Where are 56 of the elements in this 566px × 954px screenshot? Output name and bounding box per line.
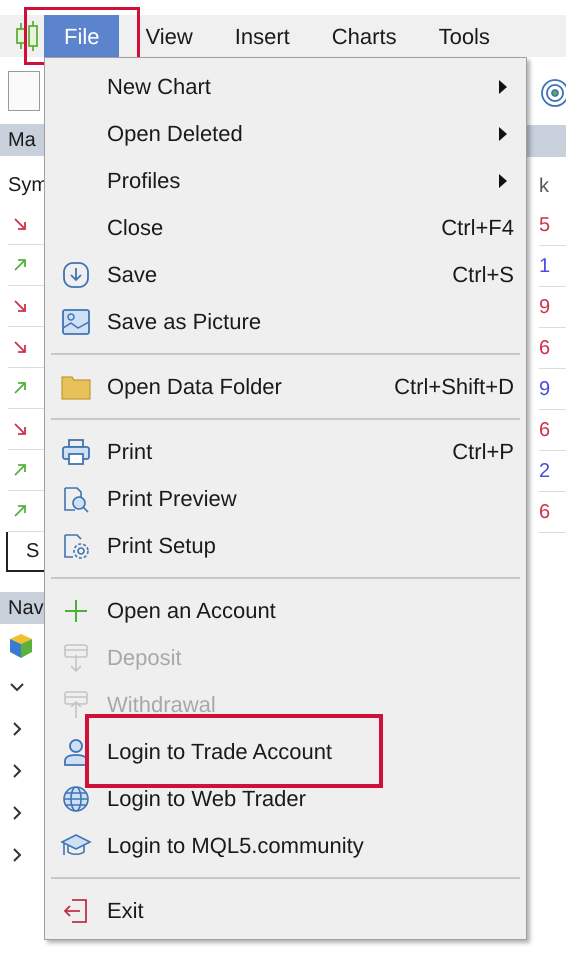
menu-bar-item[interactable]: View [129, 15, 209, 57]
cube-icon [8, 632, 34, 660]
toolbar-button[interactable] [8, 71, 40, 111]
menu-item[interactable]: Print Preview [45, 475, 526, 522]
price-cell-text: 6 [539, 500, 550, 525]
menu-item[interactable]: Profiles [45, 157, 526, 204]
menu-item[interactable]: Close Ctrl+F4 [45, 204, 526, 251]
down-arrow-icon [12, 298, 28, 314]
globe-icon [62, 784, 90, 812]
menu-bar-item[interactable]: Charts [316, 15, 413, 57]
menu-bar-item[interactable]: Tools [422, 15, 506, 57]
panel-title: Ma [8, 128, 36, 153]
image-icon [61, 308, 91, 336]
candlestick-icon [14, 21, 40, 51]
price-cell-text: 1 [539, 254, 550, 279]
menu-item[interactable]: Login to MQL5.community [45, 822, 526, 869]
menu-item[interactable]: Login to Web Trader [45, 775, 526, 822]
menu-item[interactable]: Print Ctrl+P [45, 428, 526, 475]
menu-item[interactable]: Exit [45, 887, 526, 934]
price-cell-text: 6 [539, 418, 550, 443]
menu-item[interactable]: Login to Trade Account [45, 728, 526, 775]
menu-item[interactable]: Open Data Folder Ctrl+Shift+D [45, 363, 526, 410]
menu-item[interactable]: Open an Account [45, 587, 526, 634]
column-header: k [539, 174, 550, 199]
down-arrow-icon [12, 421, 28, 437]
up-arrow-icon [12, 380, 28, 396]
price-cell-text: 5 [539, 213, 550, 238]
menu-item[interactable]: Save as Picture [45, 298, 526, 345]
submenu-arrow-icon [498, 80, 508, 94]
price-cell-text: 9 [539, 295, 550, 320]
up-arrow-icon [12, 462, 28, 478]
menu-item[interactable]: Open Deleted [45, 110, 526, 157]
printer-icon [61, 438, 91, 466]
withdrawal-icon [62, 690, 90, 720]
down-arrow-icon [12, 216, 28, 232]
price-cell-text: 6 [539, 336, 550, 361]
price-cell-text: 2 [539, 459, 550, 484]
menu-item[interactable]: Print Setup [45, 522, 526, 569]
price-cell-text: 9 [539, 377, 550, 402]
deposit-icon [62, 642, 90, 672]
up-arrow-icon [12, 503, 28, 519]
submenu-arrow-icon [498, 174, 508, 188]
menu-bar-item[interactable]: Insert [218, 15, 306, 57]
plus-icon [63, 598, 89, 624]
exit-icon [62, 896, 90, 924]
up-arrow-icon [12, 257, 28, 273]
submenu-arrow-icon [498, 126, 508, 140]
menu-bar-item[interactable]: File [44, 15, 120, 57]
signal-icon [539, 77, 566, 107]
folder-icon [61, 374, 91, 400]
down-arrow-icon [12, 339, 28, 355]
panel-header [527, 125, 566, 157]
download-icon [62, 260, 90, 288]
menu-item[interactable]: Save Ctrl+S [45, 251, 526, 298]
menu-item[interactable]: New Chart [45, 63, 526, 110]
panel-title: Nav [8, 596, 44, 621]
